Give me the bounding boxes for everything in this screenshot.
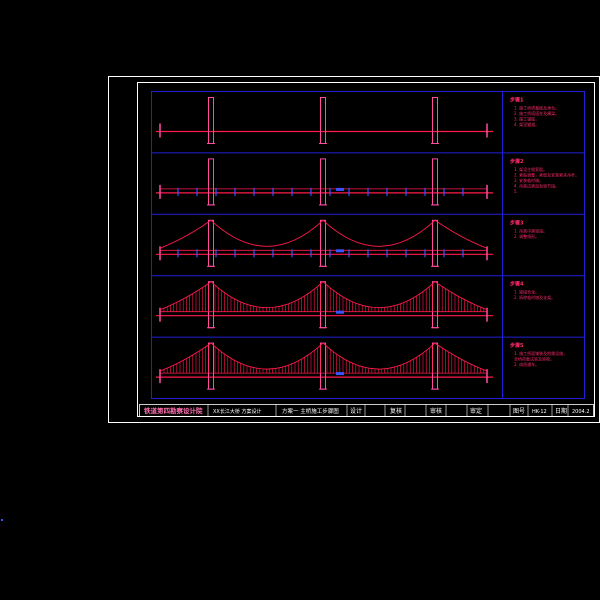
note-line: 3. 施工锚碇。 [514,116,539,122]
approved-label: 审定 [470,407,482,415]
drawing-title: 方案一 主桥施工步骤图 [282,407,339,415]
tower [432,219,438,267]
note-line: 2. 索股调整，紧缆及安装索夹吊杆。 [514,171,579,177]
lifting-marker [336,310,344,314]
stage-5-notes: 步骤51. 施工桥面铺装及附属设施， 全桥荷载试验及验收。2. 成桥通车。 [510,342,567,367]
tower [432,158,438,206]
tower [208,158,214,206]
tower [320,219,326,267]
note-line: 4. 架设猫道。 [514,121,539,127]
reviewed-label: 审核 [430,407,442,415]
lifting-marker [336,187,344,191]
tower [208,97,214,144]
note-line: 5. [514,189,518,194]
date-value: 2004.2 [572,409,590,415]
note-line: 3. 安装临时墩。 [514,177,543,183]
note-line: 1. 吊装中跨梁段。 [514,227,547,233]
note-head: 步骤5 [510,342,524,349]
stage-1-bridge [156,97,493,144]
stage-3-notes: 步骤31. 吊装中跨梁段。2. 调整线形。 [510,219,547,239]
stage-drawings [156,97,493,390]
lifting-marker [336,249,344,253]
notes-column: 步骤11. 施工桥塔基础及承台。2. 施工桥塔塔柱及横梁。3. 施工锚碇。4. … [510,97,579,368]
checked-label: 复核 [390,407,402,415]
stage-3-bridge [156,219,493,267]
note-line: 1. 梁段合龙。 [514,289,539,295]
tower [320,97,326,144]
designed-label: 设计 [350,407,362,415]
tower [432,281,438,329]
date-label: 日期 [555,407,567,415]
note-head: 步骤2 [510,158,524,165]
title-block-frame [139,404,594,417]
stage-4-notes: 步骤41. 梁段合龙。2. 拆除临时墩及支架。 [510,281,555,301]
note-line: 1. 架设主缆索股。 [514,166,547,172]
project-name: XX长江大桥 方案设计 [213,408,261,415]
cad-drawing: 步骤11. 施工桥塔基础及承台。2. 施工桥塔塔柱及横梁。3. 施工锚碇。4. … [108,76,600,423]
drawing-no: HK-12 [532,409,547,415]
stage-1-notes: 步骤11. 施工桥塔基础及承台。2. 施工桥塔塔柱及横梁。3. 施工锚碇。4. … [510,97,559,128]
note-line: 全桥荷载试验及验收。 [514,356,554,362]
tower [208,342,214,390]
stage-5-bridge [156,342,493,390]
note-line: 1. 施工桥塔基础及承台。 [514,105,559,111]
stray-marker-dot [1,519,3,521]
drawing-no-label: 图号 [513,408,525,415]
tower [208,281,214,329]
note-line: 2. 成桥通车。 [514,361,539,367]
note-line: 4. 吊装边跨加劲梁节段。 [514,182,559,188]
note-line: 1. 施工桥面铺装及附属设施， [514,350,567,356]
stage-2-notes: 步骤21. 架设主缆索股。2. 索股调整，紧缆及安装索夹吊杆。3. 安装临时墩。… [510,158,579,194]
tower [320,281,326,329]
tower [320,342,326,390]
tower [432,342,438,390]
note-line: 2. 调整线形。 [514,233,539,239]
tower [208,219,214,267]
note-line: 2. 拆除临时墩及支架。 [514,294,555,300]
note-line: 2. 施工桥塔塔柱及横梁。 [514,110,559,116]
note-head: 步骤3 [510,219,524,226]
tower [432,97,438,144]
title-block: 铁道第四勘察设计院 XX长江大桥 方案设计 方案一 主桥施工步骤图 设计 复核 … [139,404,594,417]
company-name: 铁道第四勘察设计院 [143,406,203,415]
note-head: 步骤4 [510,281,524,288]
outer-border [108,76,600,423]
lifting-marker [336,372,344,376]
tower [320,158,326,206]
stage-4-bridge [156,281,493,329]
stage-2-bridge [156,158,493,206]
note-head: 步骤1 [510,97,524,104]
